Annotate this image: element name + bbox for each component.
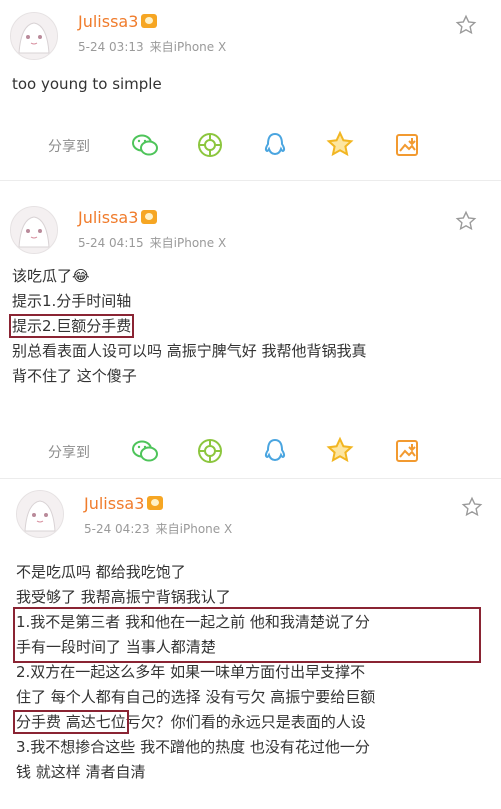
highlight-box: 1.我不是第三者 我和他在一起之前 他和我清楚说了分 手有一段时间了 当事人都清…: [13, 607, 481, 663]
moments-icon[interactable]: [195, 130, 225, 160]
username[interactable]: Julissa3: [84, 494, 164, 513]
post-source: 来自iPhone X: [149, 236, 227, 250]
post-text-line: 该吃瓜了😂: [12, 267, 90, 285]
username-text: Julissa3: [78, 208, 139, 227]
favorite-star-icon[interactable]: [455, 14, 477, 36]
post-time: 5-24 03:13: [78, 40, 144, 54]
post-text-line: 背不住了 这个傻子: [12, 367, 137, 385]
post-content: 不是吃瓜吗 都给我吃饱了 我受够了 我帮高振宁背锅我认了 1.我不是第三者 我和…: [13, 560, 486, 785]
post-time: 5-24 04:15: [78, 236, 144, 250]
post-card: Julissa3 5-24 04:15 来自iPhone X 该吃瓜了😂 提示1.…: [0, 196, 501, 476]
post-text-line: 我受够了 我帮高振宁背锅我认了: [16, 588, 231, 606]
post-card: Julissa3 5-24 03:13 来自iPhone X too young …: [0, 0, 501, 180]
highlighted-line: 提示2.巨额分手费: [8, 314, 492, 339]
save-image-icon[interactable]: [392, 436, 422, 466]
avatar[interactable]: [10, 12, 58, 60]
post-text-line: 手有一段时间了 当事人都清楚: [16, 638, 216, 656]
post-divider: [0, 180, 501, 181]
username[interactable]: Julissa3: [78, 12, 158, 31]
post-text-line: 不是吃瓜吗 都给我吃饱了: [16, 563, 186, 581]
highlight-box: 分手费 高达七位: [13, 710, 129, 734]
vip-badge-icon: [141, 14, 158, 28]
share-label: 分享到: [48, 139, 90, 155]
post-content: too young to simple: [12, 72, 492, 97]
post-divider: [0, 478, 501, 479]
post-text-line: 提示1.分手时间轴: [12, 292, 132, 310]
post-time: 5-24 04:23: [84, 522, 150, 536]
avatar[interactable]: [10, 206, 58, 254]
highlight-box: 提示2.巨额分手费: [8, 314, 135, 338]
wechat-icon[interactable]: [130, 130, 160, 160]
avatar-image: [11, 13, 57, 59]
avatar[interactable]: [16, 490, 64, 538]
post-content: 该吃瓜了😂 提示1.分手时间轴 提示2.巨额分手费 别总看表面人设可以吗 高振宁…: [8, 264, 492, 389]
post-text-line: 2.双方在一起这么多年 如果一味单方面付出早支撑不: [16, 663, 366, 681]
moments-icon[interactable]: [195, 436, 225, 466]
qq-icon[interactable]: [260, 436, 290, 466]
vip-badge-icon: [147, 496, 164, 510]
post-source: 来自iPhone X: [149, 40, 227, 54]
qq-icon[interactable]: [260, 130, 290, 160]
post-text-line: 钱 就这样 清者自清: [16, 763, 146, 781]
qzone-star-icon[interactable]: [325, 436, 355, 466]
share-label: 分享到: [48, 445, 90, 461]
post-meta: 5-24 04:23 来自iPhone X: [84, 520, 232, 537]
post-card: Julissa3 5-24 04:23 来自iPhone X 不是吃瓜吗 都给我吃…: [0, 480, 501, 809]
post-meta: 5-24 04:15 来自iPhone X: [78, 234, 226, 251]
favorite-star-icon[interactable]: [455, 210, 477, 232]
post-text-segment: 亏欠？你们看的永远只是表面的人设: [125, 713, 366, 731]
post-text-line: 1.我不是第三者 我和他在一起之前 他和我清楚说了分: [16, 613, 370, 631]
post-text-line: 住了 每个人都有自己的选择 没有亏欠 高振宁要给巨额: [16, 688, 376, 706]
share-bar: 分享到: [0, 434, 501, 468]
qzone-star-icon[interactable]: [325, 130, 355, 160]
post-text-line: 分手费 高达七位亏欠？你们看的永远只是表面的人设: [13, 710, 486, 735]
post-source: 来自iPhone X: [155, 522, 233, 536]
post-text-line: 3.我不想掺合这些 我不蹭他的热度 也没有花过他一分: [16, 738, 370, 756]
wechat-icon[interactable]: [130, 436, 160, 466]
avatar-image: [17, 491, 63, 537]
username-text: Julissa3: [84, 494, 145, 513]
post-meta: 5-24 03:13 来自iPhone X: [78, 38, 226, 55]
username[interactable]: Julissa3: [78, 208, 158, 227]
favorite-star-icon[interactable]: [461, 496, 483, 518]
save-image-icon[interactable]: [392, 130, 422, 160]
avatar-image: [11, 207, 57, 253]
post-text-line: too young to simple: [12, 75, 162, 93]
share-bar: 分享到: [0, 128, 501, 162]
vip-badge-icon: [141, 210, 158, 224]
username-text: Julissa3: [78, 12, 139, 31]
post-text-line: 别总看表面人设可以吗 高振宁脾气好 我帮他背锅我真: [12, 342, 367, 360]
